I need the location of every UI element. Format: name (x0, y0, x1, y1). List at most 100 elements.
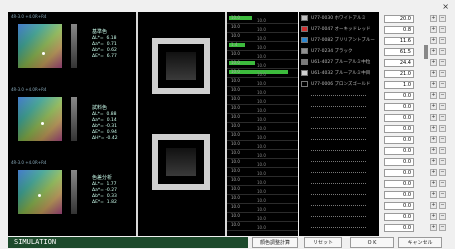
minus-icon[interactable]: − (439, 103, 446, 110)
plus-icon[interactable]: + (430, 158, 437, 165)
colorant-swatch (301, 15, 308, 21)
amount-input[interactable]: 0.0 (384, 191, 414, 199)
reset-button[interactable]: リセット (304, 237, 342, 248)
minus-icon[interactable]: − (439, 81, 446, 88)
minus-icon[interactable]: − (439, 92, 446, 99)
minus-icon[interactable]: − (439, 191, 446, 198)
spectrum-value: 10.0 (231, 186, 240, 191)
colorant-item[interactable] (299, 222, 379, 233)
colorant-item[interactable]: U77-0082 ブリリアントブルー (299, 35, 379, 46)
minus-icon[interactable]: − (439, 114, 446, 121)
colorant-swatch (301, 37, 308, 43)
colorant-item[interactable] (299, 134, 379, 145)
spectrum-value: 10.0 (231, 60, 240, 65)
amount-input[interactable]: 0.0 (384, 103, 414, 111)
minus-icon[interactable]: − (439, 70, 446, 77)
minus-icon[interactable]: − (439, 224, 446, 231)
colorant-name: U77-0006 ブロンズゴールド (311, 82, 371, 87)
minus-icon[interactable]: − (439, 15, 446, 22)
amount-input[interactable]: 0.0 (384, 125, 414, 133)
amount-input[interactable]: 0.0 (384, 92, 414, 100)
colorant-item[interactable] (299, 156, 379, 167)
amount-input[interactable]: 0.0 (384, 158, 414, 166)
calc-button[interactable]: 顔色調整計算 (252, 237, 298, 248)
plus-icon[interactable]: + (430, 147, 437, 154)
empty-slot (311, 95, 366, 96)
plus-icon[interactable]: + (430, 92, 437, 99)
minus-icon[interactable]: − (439, 59, 446, 66)
minus-icon[interactable]: − (439, 180, 446, 187)
plus-icon[interactable]: + (430, 48, 437, 55)
close-icon[interactable]: × (442, 2, 449, 11)
cancel-button[interactable]: キャンセル (398, 237, 442, 248)
amount-input[interactable]: 11.6 (384, 37, 414, 45)
minus-icon[interactable]: − (439, 169, 446, 176)
empty-slot (311, 227, 366, 228)
plus-icon[interactable]: + (430, 136, 437, 143)
colorant-item[interactable]: U77-0234 ブラック (299, 46, 379, 57)
readout: ΔL*= 0.88 Δa*= 0.14 Δb*= -0.31 ΔE*= 0.94… (92, 112, 118, 141)
amount-input[interactable]: 0.0 (384, 147, 414, 155)
plus-icon[interactable]: + (430, 224, 437, 231)
colorant-item[interactable] (299, 178, 379, 189)
plus-icon[interactable]: + (430, 125, 437, 132)
amount-input[interactable]: 61.5 (384, 48, 414, 56)
colorant-item[interactable] (299, 101, 379, 112)
plus-icon[interactable]: + (430, 213, 437, 220)
minus-icon[interactable]: − (439, 26, 446, 33)
amount-input[interactable]: 0.0 (384, 180, 414, 188)
plus-icon[interactable]: + (430, 103, 437, 110)
minus-icon[interactable]: − (439, 37, 446, 44)
colorant-item[interactable] (299, 145, 379, 156)
plus-icon[interactable]: + (430, 180, 437, 187)
amount-input[interactable]: 20.0 (384, 15, 414, 23)
minus-icon[interactable]: − (439, 125, 446, 132)
amount-input[interactable]: 1.0 (384, 81, 414, 89)
amount-input[interactable]: 0.8 (384, 26, 414, 34)
colorant-item[interactable] (299, 123, 379, 134)
colorant-swatch (301, 26, 308, 32)
minus-icon[interactable]: − (439, 213, 446, 220)
colorant-item[interactable] (299, 90, 379, 101)
minus-icon[interactable]: − (439, 48, 446, 55)
plus-icon[interactable]: + (430, 114, 437, 121)
minus-icon[interactable]: − (439, 147, 446, 154)
plus-icon[interactable]: + (430, 59, 437, 66)
colorant-item[interactable] (299, 211, 379, 222)
amount-input[interactable]: 0.0 (384, 202, 414, 210)
colorant-item[interactable]: U77-0047 オーキッドレッド (299, 24, 379, 35)
amount-input[interactable]: 0.0 (384, 136, 414, 144)
plus-icon[interactable]: + (430, 15, 437, 22)
scrollbar-thumb[interactable] (424, 45, 428, 59)
spectrum-value: 10.0 (231, 33, 240, 38)
minus-icon[interactable]: − (439, 202, 446, 209)
plus-icon[interactable]: + (430, 26, 437, 33)
spectrum-value: 10.0 (231, 195, 240, 200)
amount-input[interactable]: 0.0 (384, 213, 414, 221)
plus-icon[interactable]: + (430, 169, 437, 176)
plus-icon[interactable]: + (430, 191, 437, 198)
colorant-item[interactable] (299, 112, 379, 123)
plus-icon[interactable]: + (430, 37, 437, 44)
colorant-item[interactable]: U77-0006 ブロンズゴールド (299, 79, 379, 90)
empty-slot (311, 205, 366, 206)
amount-input[interactable]: 0.0 (384, 169, 414, 177)
amount-input[interactable]: 24.4 (384, 59, 414, 67)
amount-input[interactable]: 21.0 (384, 70, 414, 78)
colorant-item[interactable]: U61-4027 ブルーアルミ中粒 (299, 57, 379, 68)
colorant-item[interactable] (299, 189, 379, 200)
ok-button[interactable]: O K (350, 237, 394, 248)
value-row: 0.0 + − (381, 212, 453, 223)
preview-panel (138, 12, 225, 236)
amount-input[interactable]: 0.0 (384, 114, 414, 122)
colorant-item[interactable] (299, 167, 379, 178)
colorant-item[interactable]: U61-4032 ブルーアルミ中目 (299, 68, 379, 79)
plus-icon[interactable]: + (430, 202, 437, 209)
minus-icon[interactable]: − (439, 136, 446, 143)
minus-icon[interactable]: − (439, 158, 446, 165)
colorant-item[interactable]: U77-0030 ホワイトアルミ (299, 13, 379, 24)
plus-icon[interactable]: + (430, 70, 437, 77)
plus-icon[interactable]: + (430, 81, 437, 88)
colorant-item[interactable] (299, 200, 379, 211)
amount-input[interactable]: 0.0 (384, 224, 414, 232)
